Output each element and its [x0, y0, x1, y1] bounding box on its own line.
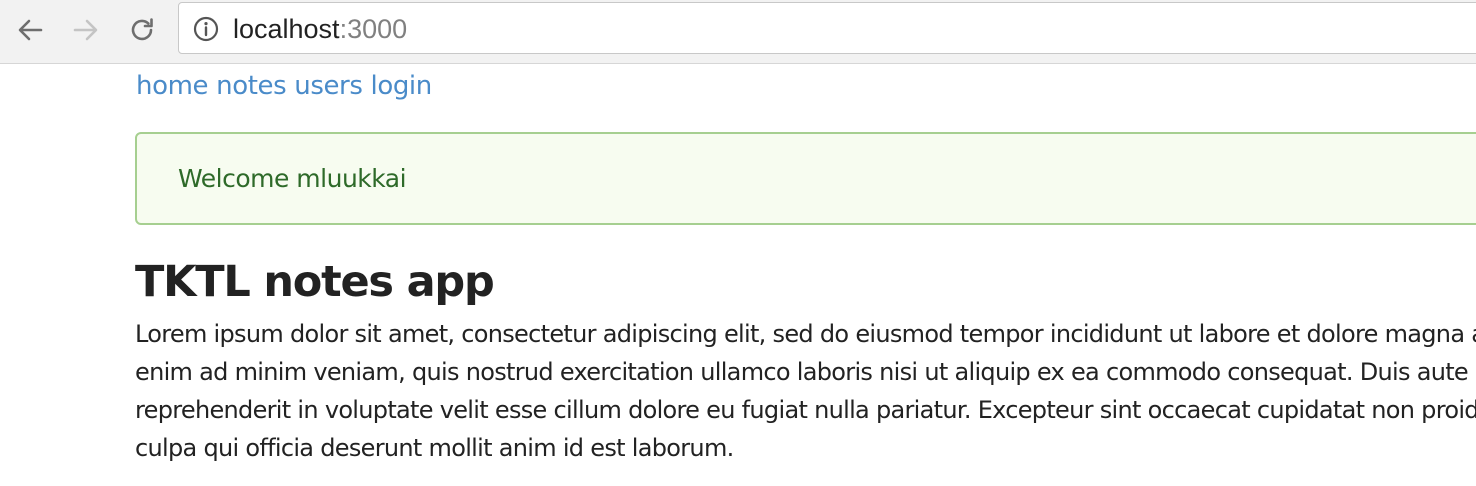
forward-button[interactable] — [66, 10, 106, 50]
notification-message: Welcome mluukkai — [178, 164, 407, 193]
url-text[interactable]: localhost:3000 — [233, 13, 407, 45]
page-title: TKTL notes app — [135, 257, 495, 307]
top-nav: home notes users login — [136, 69, 440, 103]
info-icon[interactable] — [193, 16, 219, 42]
nav-link-users[interactable]: users — [294, 71, 363, 101]
arrow-left-icon — [18, 19, 43, 41]
nav-link-home[interactable]: home — [136, 71, 209, 101]
browser-toolbar: localhost:3000 — [0, 0, 1476, 64]
arrow-right-icon — [73, 19, 98, 41]
nav-link-login[interactable]: login — [371, 71, 433, 101]
body-text: Lorem ipsum dolor sit amet, consectetur … — [135, 320, 1476, 462]
url-port: :3000 — [339, 14, 408, 44]
back-button[interactable] — [10, 10, 50, 50]
reload-icon — [131, 18, 153, 41]
page-content: home notes users login Welcome mluukkai TKT… — [0, 65, 1476, 486]
url-host: localhost — [233, 14, 340, 44]
reload-button[interactable] — [122, 10, 162, 50]
notification-box: Welcome mluukkai — [135, 132, 1476, 225]
nav-link-notes[interactable]: notes — [216, 71, 287, 101]
address-bar[interactable]: localhost:3000 — [178, 2, 1476, 54]
